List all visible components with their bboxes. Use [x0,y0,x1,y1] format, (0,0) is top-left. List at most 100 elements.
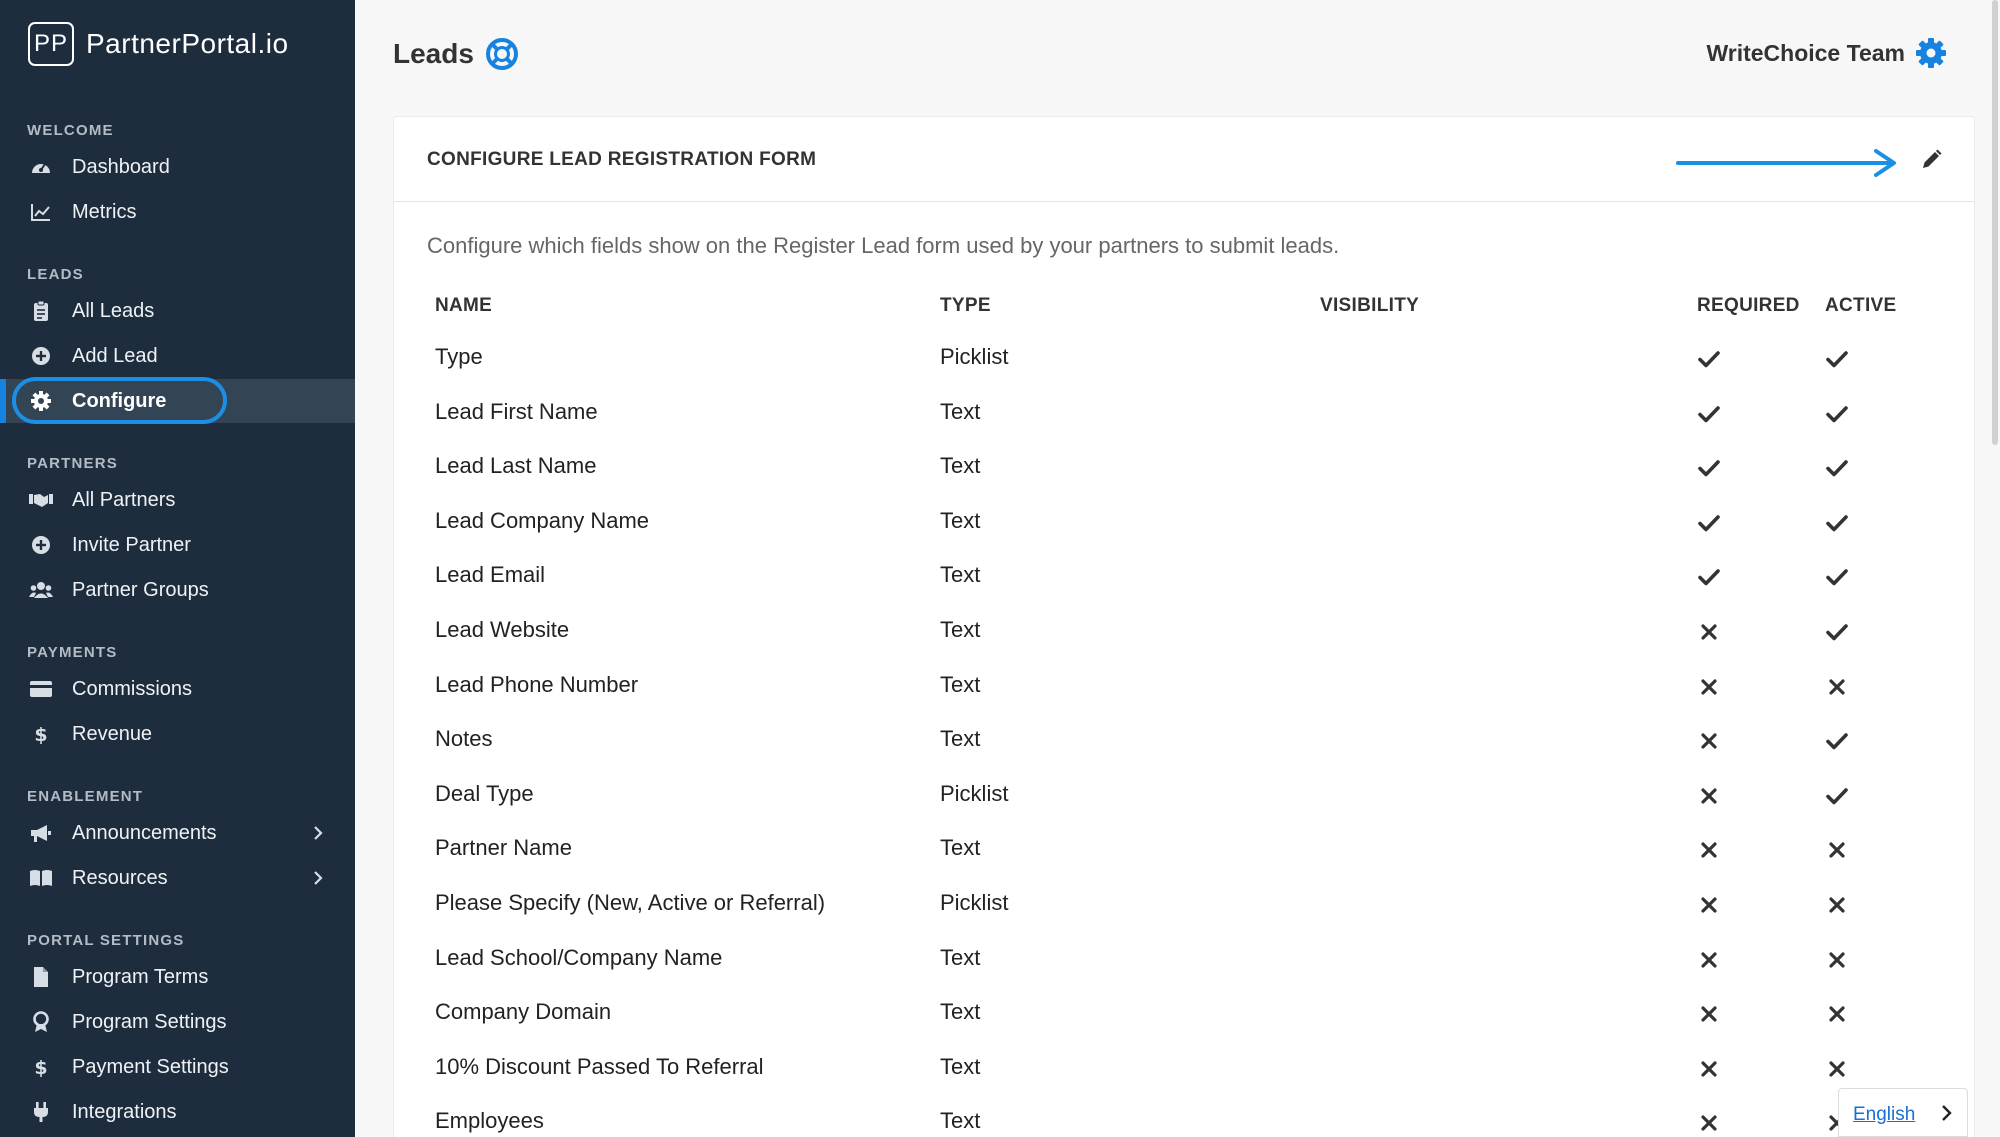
table-row: Please Specify (New, Active or Referral)… [394,890,1974,944]
field-name: Company Domain [435,999,612,1025]
sidebar-item-all-partners[interactable]: All Partners [0,478,355,522]
check-icon [1825,347,1849,376]
sidebar-item-program-settings[interactable]: Program Settings [0,1000,355,1044]
table-row: Employees Text [394,1108,1974,1137]
sidebar-item-add-lead[interactable]: Add Lead [0,334,355,378]
table-row: Company Domain Text [394,999,1974,1053]
sidebar-item-commissions[interactable]: Commissions [0,667,355,711]
sidebar-item-program-terms[interactable]: Program Terms [0,955,355,999]
cross-icon [1825,838,1849,867]
check-icon [1825,784,1849,813]
language-link[interactable]: English [1853,1104,1915,1126]
dollar-icon: $ [29,1056,53,1078]
table-row: Deal Type Picklist [394,781,1974,835]
sidebar-section-partners: PARTNERS [27,455,118,472]
sidebar-item-label: Revenue [72,723,153,745]
table-row: 10% Discount Passed To Referral Text [394,1054,1974,1108]
field-type: Text [940,944,981,970]
sidebar-item-resources[interactable]: Resources [0,856,355,900]
clipboard-icon [29,300,53,322]
field-type: Text [940,453,981,479]
brand-name: PartnerPortal.io [86,28,289,59]
configure-highlight-ring [12,377,227,424]
svg-text:$: $ [34,724,47,745]
table-row: Lead Phone Number Text [394,672,1974,726]
table-row: Lead First Name Text [394,399,1974,453]
brand-logo[interactable]: PP PartnerPortal.io [28,22,289,66]
chevron-right-icon[interactable] [311,869,325,892]
field-name: Type [435,344,483,369]
chevron-right-icon[interactable] [1939,1103,1955,1128]
svg-text:$: $ [34,1057,47,1078]
field-name: Lead Email [435,562,546,588]
sidebar-item-all-leads[interactable]: All Leads [0,289,355,333]
column-header-required: REQUIRED [1697,295,1800,316]
field-type: Text [940,999,981,1025]
sidebar-item-label: Resources [72,867,168,889]
sidebar-item-invite-partner[interactable]: Invite Partner [0,523,355,567]
book-icon [29,867,53,889]
sidebar-item-label: Metrics [72,201,137,223]
card-header: CONFIGURE LEAD REGISTRATION FORM [394,117,1974,202]
sidebar-item-announcements[interactable]: Announcements [0,811,355,855]
chevron-right-icon[interactable] [311,824,325,847]
field-type: Text [940,562,981,588]
sidebar-item-metrics[interactable]: Metrics [0,190,355,234]
main-content: Leads WriteChoice Team CONFIGURE LEAD RE… [355,0,2000,1137]
cross-icon [1825,1002,1849,1031]
cross-icon [1697,729,1721,758]
sidebar: PP PartnerPortal.io WELCOME Dashboard Metr… [0,0,355,1137]
sidebar-item-label: Program Settings [72,1011,227,1033]
column-header-type: TYPE [940,295,991,316]
field-name: Lead Company Name [435,507,650,533]
cross-icon [1697,1111,1721,1137]
sidebar-item-dashboard[interactable]: Dashboard [0,145,355,189]
table-row: Notes Text [394,726,1974,780]
sidebar-item-label: Payment Settings [72,1056,229,1078]
field-name: Lead Last Name [435,453,597,479]
cross-icon [1825,893,1849,922]
sidebar-item-partner-groups[interactable]: Partner Groups [0,568,355,612]
check-icon [1825,402,1849,431]
table-row: Lead School/Company Name Text [394,945,1974,999]
sidebar-item-label: All Partners [72,489,176,511]
plus-circle-icon [29,345,53,367]
users-icon [29,579,53,601]
field-name: Please Specify (New, Active or Referral) [435,890,826,915]
table-row: Lead Last Name Text [394,453,1974,507]
field-type: Text [940,1053,981,1079]
field-type: Text [940,398,981,424]
column-header-name: NAME [435,295,493,316]
brand-mark: PP [28,22,74,66]
language-selector[interactable]: English [1838,1088,1968,1137]
sidebar-item-revenue[interactable]: $ Revenue [0,712,355,756]
pencil-icon[interactable] [1919,148,1943,177]
check-icon [1825,729,1849,758]
field-name: Lead First Name [435,398,598,424]
table-row: Type Picklist [394,344,1974,398]
gear-icon[interactable] [1914,36,1948,75]
lifebuoy-icon[interactable] [485,37,519,76]
field-name: Lead Phone Number [435,671,639,697]
column-header-active: ACTIVE [1825,295,1897,316]
page-scrollbar[interactable] [1990,0,2000,1137]
scrollbar-thumb[interactable] [1992,0,1998,445]
field-name: Partner Name [435,835,572,861]
sidebar-item-label: Add Lead [72,345,158,367]
sidebar-item-payment-settings[interactable]: $ Payment Settings [0,1045,355,1089]
sidebar-item-integrations[interactable]: Integrations [0,1090,355,1134]
table-row: Lead Website Text [394,617,1974,671]
page-title: Leads [393,38,474,69]
lead-form-config-card: CONFIGURE LEAD REGISTRATION FORM Configu… [393,116,1975,1137]
check-icon [1697,565,1721,594]
team-name[interactable]: WriteChoice Team [1706,40,1905,67]
table-row: Partner Name Text [394,835,1974,889]
field-name: Lead School/Company Name [435,944,723,970]
sidebar-section-welcome: WELCOME [27,122,114,139]
field-type: Text [940,726,981,752]
table-row: Lead Email Text [394,562,1974,616]
table-row: Lead Company Name Text [394,508,1974,562]
credit-card-icon [29,678,53,700]
field-name: Deal Type [435,780,534,806]
field-type: Text [940,507,981,533]
